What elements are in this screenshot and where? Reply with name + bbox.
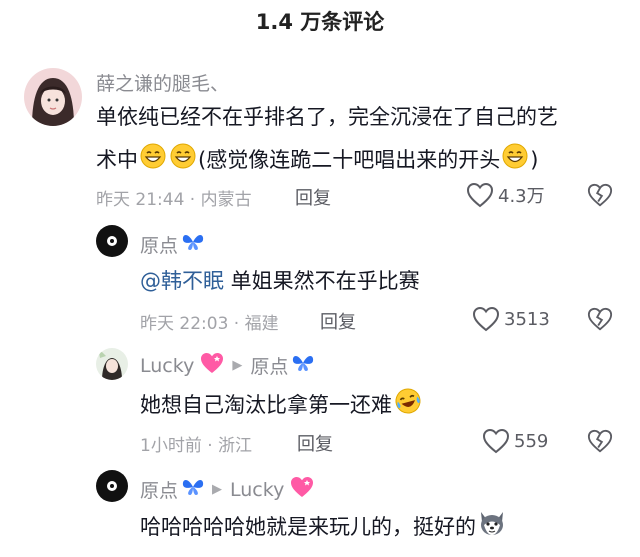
- reply-username[interactable]: 原点: [140, 231, 204, 258]
- comment-username[interactable]: 薛之谦的腿毛、: [96, 69, 229, 96]
- like-count: 559: [514, 430, 549, 452]
- reply-meta: 昨天 22:03 · 福建: [140, 314, 279, 334]
- comment-text-line2: 术中 (感觉像连跪二十吧唱出来的开头): [96, 142, 538, 180]
- reply-button[interactable]: 回复: [295, 184, 331, 210]
- avatar[interactable]: [96, 348, 128, 380]
- butterfly-emoji: [292, 353, 314, 378]
- grin-emoji: [139, 142, 167, 180]
- comment-meta: 昨天 21:44 · 内蒙古: [96, 190, 252, 210]
- broken-heart-icon: [587, 183, 613, 207]
- like-count: 3513: [504, 308, 550, 330]
- avatar[interactable]: [96, 470, 128, 502]
- reply-username[interactable]: Lucky ▶ 原点: [140, 352, 314, 379]
- broken-heart-icon: [587, 307, 613, 331]
- heart-outline-icon: [466, 182, 494, 208]
- reply-to-username[interactable]: Lucky: [230, 479, 284, 501]
- comment-text: 单依纯已经不在乎排名了，完全沉浸在了自己的艺: [96, 105, 558, 129]
- husky-emoji: [477, 508, 507, 548]
- reply-username[interactable]: 原点 ▶ Lucky: [140, 476, 314, 503]
- avatar[interactable]: [24, 68, 82, 126]
- like-button[interactable]: 559: [482, 428, 548, 454]
- triangle-right-icon: ▶: [232, 358, 243, 373]
- laugh-cry-emoji: [393, 386, 423, 426]
- reply-button[interactable]: 回复: [297, 430, 333, 456]
- grin-emoji: [169, 142, 197, 180]
- broken-heart-icon: [587, 429, 613, 453]
- heart-outline-icon: [472, 306, 500, 332]
- heart-outline-icon: [482, 428, 510, 454]
- butterfly-emoji: [182, 232, 204, 257]
- reply-to-username[interactable]: 原点: [250, 352, 288, 379]
- pink-heart-emoji: [200, 352, 224, 379]
- grin-emoji: [501, 142, 529, 180]
- like-button[interactable]: 4.3万: [466, 182, 545, 208]
- like-button[interactable]: 3513: [472, 306, 550, 332]
- pink-heart-emoji: [290, 476, 314, 503]
- reply-meta: 1小时前 · 浙江: [140, 436, 253, 456]
- reply-text: 她想自己淘汰比拿第一还难: [140, 386, 424, 426]
- dislike-button[interactable]: [587, 428, 613, 458]
- reply-text: 哈哈哈哈哈她就是来玩儿的，挺好的: [140, 508, 508, 548]
- triangle-right-icon: ▶: [212, 482, 223, 497]
- like-count: 4.3万: [498, 186, 545, 207]
- butterfly-emoji: [182, 477, 204, 502]
- comments-count-title: 1.4 万条评论: [255, 10, 385, 34]
- avatar[interactable]: [96, 225, 128, 257]
- reply-button[interactable]: 回复: [320, 308, 356, 334]
- dislike-button[interactable]: [587, 182, 613, 212]
- dislike-button[interactable]: [587, 306, 613, 336]
- reply-text: @韩不眠 单姐果然不在乎比赛: [140, 269, 420, 293]
- mention-link[interactable]: @韩不眠: [140, 269, 224, 293]
